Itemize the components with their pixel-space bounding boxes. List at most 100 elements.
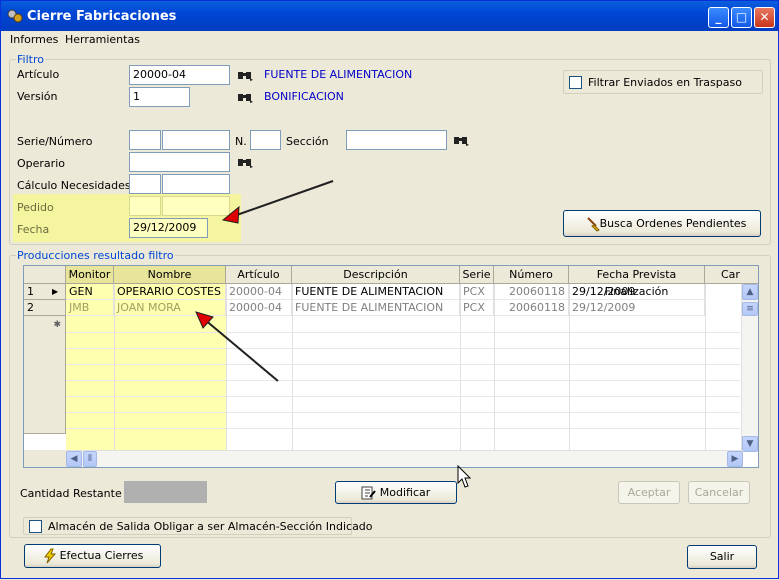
calculo-input-1[interactable] bbox=[129, 174, 161, 194]
pedido-input-2[interactable] bbox=[162, 196, 230, 216]
articulo-input[interactable]: 20000-04 bbox=[129, 65, 230, 85]
table-cell[interactable]: OPERARIO COSTES bbox=[114, 284, 226, 300]
vertical-scrollbar[interactable]: ▲ ≡ ▼ bbox=[741, 284, 758, 452]
col-header-fecha[interactable]: Fecha Prevista Finalización bbox=[569, 266, 705, 298]
table-cell[interactable]: FUENTE DE ALIMENTACION bbox=[292, 300, 460, 316]
new-row-header[interactable]: ✱ bbox=[24, 316, 66, 434]
serie-input[interactable] bbox=[129, 130, 161, 150]
modificar-button[interactable]: Modificar bbox=[335, 481, 457, 504]
table-cell[interactable]: PCX bbox=[460, 300, 494, 316]
binoculars-icon[interactable] bbox=[453, 134, 469, 146]
n-input[interactable] bbox=[250, 130, 281, 150]
scroll-down-icon[interactable]: ▼ bbox=[742, 436, 758, 452]
grid-line bbox=[66, 332, 743, 333]
cancelar-button[interactable]: Cancelar bbox=[688, 481, 750, 504]
col-header-nombre[interactable]: Nombre bbox=[114, 266, 226, 284]
table-cell[interactable]: GEN bbox=[66, 284, 114, 300]
broom-icon bbox=[587, 217, 600, 232]
grid-line bbox=[705, 284, 706, 452]
n-label: N. bbox=[235, 135, 247, 148]
current-row-icon: ▶ bbox=[52, 287, 59, 296]
row-header[interactable]: 1 ▶ bbox=[24, 284, 66, 300]
filtrar-label: Filtrar Enviados en Traspaso bbox=[588, 76, 742, 89]
edit-icon bbox=[361, 486, 376, 500]
horizontal-scrollbar[interactable]: ◀ ⦀ ▶ bbox=[66, 450, 743, 467]
calculo-input-2[interactable] bbox=[162, 174, 230, 194]
binoculars-icon[interactable] bbox=[237, 69, 253, 81]
col-header-descripcion[interactable]: Descripción bbox=[292, 266, 460, 284]
numero-input[interactable] bbox=[162, 130, 230, 150]
menu-bar: Informes Herramientas bbox=[1, 31, 778, 49]
table-cell[interactable]: 29/12/2009 bbox=[569, 300, 705, 316]
grid-line bbox=[292, 284, 293, 452]
binoculars-icon[interactable] bbox=[237, 156, 253, 168]
col-header-car[interactable]: Car bbox=[705, 266, 758, 284]
articulo-description: FUENTE DE ALIMENTACION bbox=[264, 68, 413, 81]
scroll-left-icon[interactable]: ◀ bbox=[66, 451, 82, 467]
table-cell[interactable]: JOAN MORA bbox=[114, 300, 226, 316]
aceptar-button[interactable]: Aceptar bbox=[618, 481, 680, 504]
col-header-articulo[interactable]: Artículo bbox=[226, 266, 292, 284]
seccion-input[interactable] bbox=[346, 130, 447, 150]
col-header-numero[interactable]: Número bbox=[494, 266, 569, 284]
fecha-input[interactable]: 29/12/2009 bbox=[129, 218, 208, 238]
col-header-serie[interactable]: Serie bbox=[460, 266, 494, 284]
cantidad-value bbox=[124, 481, 207, 503]
salir-button[interactable]: Salir bbox=[687, 545, 757, 569]
binoculars-icon[interactable] bbox=[237, 91, 253, 103]
filtro-legend: Filtro bbox=[16, 53, 45, 66]
table-cell[interactable]: 29/12/2009 bbox=[569, 284, 705, 300]
seccion-label: Sección bbox=[286, 135, 329, 148]
app-icon bbox=[7, 9, 23, 23]
close-button[interactable]: ✕ bbox=[754, 7, 775, 28]
pedido-label: Pedido bbox=[17, 201, 54, 214]
fecha-label: Fecha bbox=[17, 223, 50, 236]
table-cell[interactable]: PCX bbox=[460, 284, 494, 300]
busca-ordenes-button[interactable]: Busca Ordenes Pendientes bbox=[563, 210, 761, 237]
serie-label: Serie/Número bbox=[17, 135, 93, 148]
scroll-thumb[interactable]: ⦀ bbox=[83, 451, 97, 467]
window-title: Cierre Fabricaciones bbox=[27, 9, 177, 24]
grid-line bbox=[66, 348, 743, 349]
scroll-thumb[interactable]: ≡ bbox=[742, 302, 758, 316]
efectua-cierres-button[interactable]: Efectua Cierres bbox=[24, 544, 161, 568]
row-header[interactable]: 2 bbox=[24, 300, 66, 316]
table-cell[interactable]: 20060118 bbox=[494, 284, 569, 300]
producciones-grid[interactable]: Monitor Nombre Artículo Descripción Seri… bbox=[23, 265, 759, 468]
main-window: Cierre Fabricaciones _ □ ✕ Informes Herr… bbox=[0, 0, 779, 579]
almacen-checkbox[interactable] bbox=[29, 520, 42, 533]
grid-line bbox=[66, 364, 743, 365]
almacen-label: Almacén de Salida Obligar a ser Almacén-… bbox=[48, 520, 373, 533]
table-cell[interactable]: 20000-04 bbox=[226, 300, 292, 316]
grid-line bbox=[66, 428, 743, 429]
table-cell[interactable]: 20060118 bbox=[494, 300, 569, 316]
lightning-icon bbox=[44, 548, 57, 564]
filtrar-checkbox[interactable] bbox=[569, 76, 582, 89]
table-cell[interactable]: 20000-04 bbox=[226, 284, 292, 300]
version-label: Versión bbox=[17, 90, 58, 103]
grid-line bbox=[226, 284, 227, 452]
calculo-label: Cálculo Necesidades bbox=[17, 179, 131, 192]
col-header-monitor[interactable]: Monitor bbox=[66, 266, 114, 284]
version-description: BONIFICACION bbox=[264, 90, 344, 103]
producciones-legend: Producciones resultado filtro bbox=[16, 249, 175, 262]
menu-herramientas[interactable]: Herramientas bbox=[65, 33, 140, 46]
title-bar[interactable]: Cierre Fabricaciones _ □ ✕ bbox=[1, 1, 778, 31]
table-cell[interactable]: FUENTE DE ALIMENTACION bbox=[292, 284, 460, 300]
minimize-button[interactable]: _ bbox=[708, 7, 729, 28]
grid-corner bbox=[24, 266, 66, 284]
grid-line bbox=[66, 380, 743, 381]
scroll-up-icon[interactable]: ▲ bbox=[742, 284, 758, 300]
grid-line bbox=[114, 284, 115, 452]
version-input[interactable]: 1 bbox=[129, 87, 190, 107]
grid-line bbox=[494, 284, 495, 452]
menu-informes[interactable]: Informes bbox=[10, 33, 58, 46]
grid-line bbox=[569, 284, 570, 452]
grid-line bbox=[460, 284, 461, 452]
scroll-right-icon[interactable]: ▶ bbox=[727, 451, 743, 467]
operario-input[interactable] bbox=[129, 152, 230, 172]
maximize-button[interactable]: □ bbox=[731, 7, 752, 28]
table-cell[interactable]: JMB bbox=[66, 300, 114, 316]
pedido-input-1[interactable] bbox=[129, 196, 161, 216]
grid-line bbox=[66, 396, 743, 397]
